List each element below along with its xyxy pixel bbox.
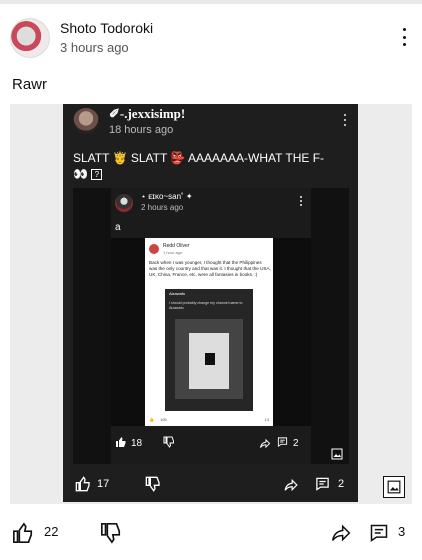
thumbs-down-icon (145, 476, 160, 492)
author-name[interactable]: Shoto Todoroki (60, 20, 153, 36)
post-text: a (115, 222, 121, 233)
post-time: 18 hours ago (109, 124, 174, 136)
question-emoji-icon: ? (91, 169, 103, 181)
comment-icon (316, 477, 329, 491)
like-count: 22 (44, 524, 59, 539)
top-divider (0, 0, 422, 4)
more-options-icon (300, 196, 303, 206)
avatar (73, 108, 99, 134)
action-bar: 22 3 (0, 514, 422, 554)
gallery-icon[interactable] (383, 476, 405, 498)
post-text-tail: 👀 (73, 167, 88, 181)
post-text: Rawr (12, 76, 48, 93)
like-count: 105 (159, 416, 167, 422)
author-name: Aizawafu (169, 291, 186, 296)
like-count: 17 (97, 478, 110, 490)
share-icon (284, 478, 298, 492)
action-bar: 18 2 (111, 432, 311, 456)
thumbs-down-icon[interactable] (100, 522, 122, 544)
post-text: I should probably change my channel name… (169, 301, 243, 310)
author-name: Redd Oliver (163, 243, 190, 249)
comment-icon (277, 437, 288, 447)
comment-footer: 👍 105 13 (149, 414, 269, 424)
post-time: 1 hour ago (163, 250, 183, 255)
share-icon (259, 438, 271, 449)
shared-post-screenshot[interactable]: ✐-.jexxisimp! 18 hours ago SLATT 🤴 SLATT… (63, 104, 358, 502)
inner-media-card (189, 333, 229, 389)
thumbs-up-icon[interactable] (12, 522, 34, 544)
avatar[interactable] (10, 18, 50, 58)
avatar (115, 194, 133, 212)
comment-count: 3 (398, 524, 406, 539)
like-count: 18 (131, 438, 143, 449)
comment-count: 2 (293, 438, 299, 449)
post-time: 2 hours ago (141, 203, 184, 212)
post-text-line: SLATT 🤴 SLATT 👺 AAAAAAA-WHAT THE F- (73, 151, 325, 165)
inner-media-thumb (205, 353, 215, 365)
image-icon (387, 480, 401, 494)
share-icon[interactable] (330, 523, 352, 543)
more-options-icon (344, 114, 348, 126)
author-name: ⋆ ᴇɪᴋᴏ~san˚ ✦ (141, 192, 193, 201)
thumbs-up-icon (116, 437, 126, 447)
like-icon: 👍 (149, 416, 154, 422)
post-text: SLATT 🤴 SLATT 👺 AAAAAAA-WHAT THE F- 👀 ? (73, 150, 353, 182)
comment-body: Back when I was younger, I thought that … (149, 260, 271, 277)
avatar (149, 244, 159, 254)
thumbs-up-icon (75, 476, 90, 492)
reddit-comment-card: Redd Oliver 1 hour ago Back when I was y… (145, 238, 273, 426)
post-header: Shoto Todoroki 3 hours ago (10, 18, 412, 62)
comment-icon[interactable] (369, 522, 389, 544)
more-options-icon[interactable] (400, 28, 408, 46)
nested-post-screenshot: ⋆ ᴇɪᴋᴏ~san˚ ✦ 2 hours ago a Redd Oliver … (111, 188, 311, 464)
comment-count: 13 (264, 416, 269, 422)
gallery-icon (331, 448, 343, 460)
author-name: ✐-.jexxisimp! (109, 106, 186, 121)
post-time: 3 hours ago (60, 40, 129, 55)
comment-count: 2 (338, 478, 345, 490)
inner-post-screenshot: Aizawafu I should probably change my cha… (165, 289, 253, 411)
nested-media: Redd Oliver 1 hour ago Back when I was y… (111, 238, 311, 426)
inner-media (175, 319, 243, 399)
action-bar: 17 2 (63, 468, 358, 498)
thumbs-down-icon (163, 436, 174, 448)
